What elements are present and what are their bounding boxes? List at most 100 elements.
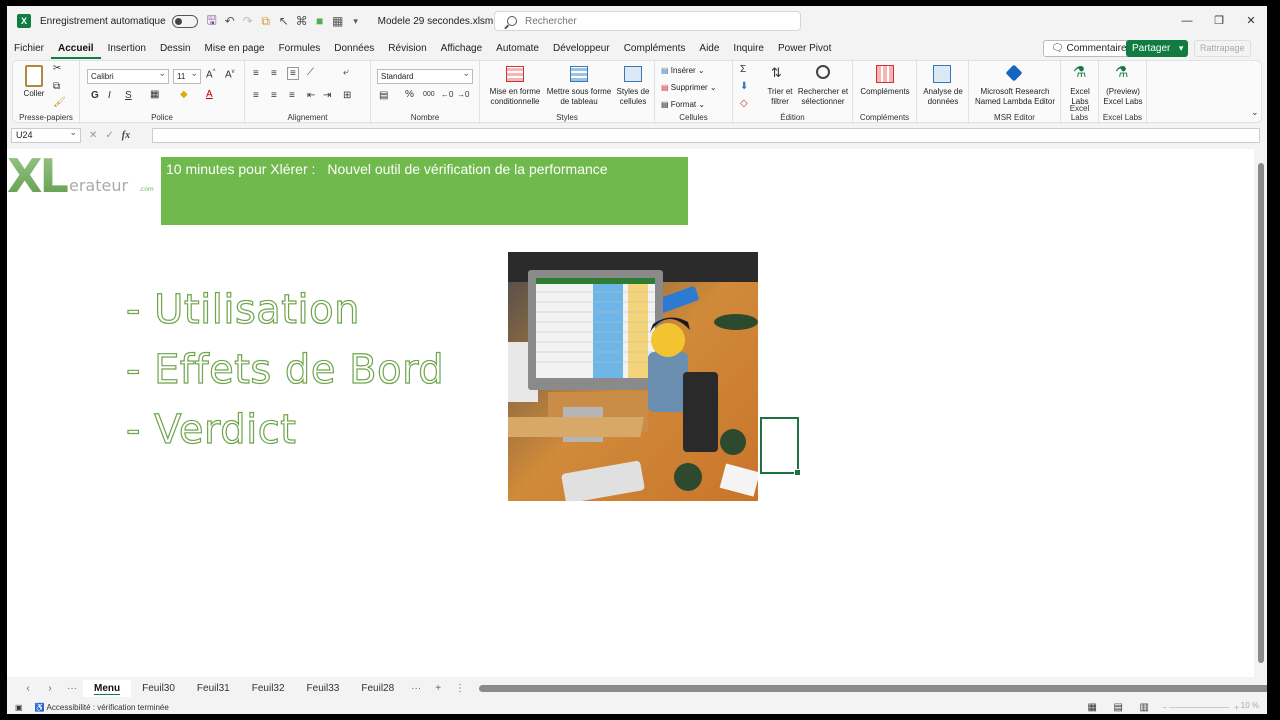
align-center-icon[interactable]: ≡ [271,90,277,101]
vertical-scrollbar[interactable] [1256,149,1266,677]
lambda-editor-label[interactable]: Microsoft Research Named Lambda Editor [971,87,1059,107]
paste-icon[interactable] [25,65,43,87]
analyze-data-icon[interactable] [933,65,951,83]
sort-filter-label[interactable]: Trier et filtrer [761,87,799,107]
align-middle-icon[interactable]: ≡ [271,68,277,79]
format-cells-button[interactable]: ▤ Format ⌄ [661,100,705,110]
conditional-format-icon[interactable] [506,66,524,82]
align-bottom-icon[interactable]: ≡ [287,67,299,80]
borders-icon[interactable]: ▦ [150,89,159,100]
flask-icon[interactable]: ⚗ [1073,63,1086,81]
zoom-out-icon[interactable]: − [1162,703,1167,712]
number-format-select[interactable]: Standard [377,67,473,84]
worksheet-grid[interactable]: XL erateur .com 10 minutes pour Xlérer :… [7,149,1254,677]
undo-icon[interactable]: ↶ [224,14,236,28]
bold-button[interactable]: G [91,90,99,101]
ribbon-tab-aide[interactable]: Aide [692,39,726,59]
ribbon-tab-formules[interactable]: Formules [272,39,328,59]
fill-icon[interactable]: ⬇ [740,81,748,92]
cancel-icon[interactable]: ✕ [89,130,97,141]
close-icon[interactable]: ✕ [1235,6,1267,36]
underline-button[interactable]: S [125,90,132,101]
ribbon-tab-insertion[interactable]: Insertion [101,39,153,59]
horizontal-scroll-thumb[interactable] [479,685,1267,692]
flask-preview-icon[interactable]: ⚗ [1115,63,1128,81]
next-sheet-icon[interactable]: › [39,683,61,694]
increase-decimal-icon[interactable]: ←0 [441,90,453,99]
enter-icon[interactable]: ✓ [105,130,113,141]
sheet-tab-feuil28[interactable]: Feuil28 [350,680,405,697]
addins-label[interactable]: Compléments [855,87,915,97]
cut-icon[interactable]: ✂ [53,63,61,74]
format-painter-icon[interactable]: 🖌 [53,97,66,108]
clear-icon[interactable]: ◇ [740,98,748,109]
select-pointer-icon[interactable]: ↖ [278,14,290,28]
zoom-level[interactable]: 10 % [1241,701,1259,710]
align-top-icon[interactable]: ≡ [253,68,259,79]
sheets-overflow-icon[interactable]: ··· [405,683,427,694]
sheet-tab-feuil31[interactable]: Feuil31 [186,680,241,697]
autosum-icon[interactable]: Σ [740,64,746,75]
addins-icon[interactable] [876,65,894,83]
green-square-icon[interactable]: ■ [314,14,326,28]
wrap-text-icon[interactable]: ⤶ [343,67,349,78]
delete-cells-button[interactable]: ▤ Supprimer ⌄ [661,83,717,93]
zoom-slider[interactable] [1169,707,1229,708]
screenshot-icon[interactable]: ⧉ [260,14,272,29]
more-sheets-icon[interactable]: ··· [61,683,83,694]
conditional-format-label[interactable]: Mise en forme conditionnelle [482,87,548,107]
lambda-editor-icon[interactable] [1005,64,1023,82]
catch-up-button[interactable]: Rattrapage [1194,40,1251,57]
ribbon-tab-donn-es[interactable]: Données [327,39,381,59]
ribbon-tab-d-veloppeur[interactable]: Développeur [546,39,617,59]
increase-indent-icon[interactable]: ⇥ [323,90,331,101]
ribbon-collapse-icon[interactable]: ⌄ [1251,107,1259,118]
excel-labs-preview-label[interactable]: (Preview) Excel Labs [1100,87,1146,107]
thousands-icon[interactable]: 000 [423,91,435,98]
format-as-table-label[interactable]: Mettre sous forme de tableau [546,87,612,107]
ribbon-tab-automate[interactable]: Automate [489,39,546,59]
find-select-icon[interactable] [816,65,830,79]
search-box[interactable] [494,11,801,31]
name-box[interactable]: U24 [11,126,81,143]
zoom-in-icon[interactable]: + [1234,703,1239,712]
fill-color-icon[interactable]: ◆ [180,89,188,100]
accessibility-icon[interactable]: ♿ [35,703,45,712]
page-layout-view-icon[interactable]: ▤ [1114,702,1123,713]
ribbon-tab-r-vision[interactable]: Révision [381,39,433,59]
paste-label[interactable]: Coller [18,89,50,99]
italic-button[interactable]: I [108,90,111,101]
normal-view-icon[interactable]: ▦ [1088,702,1097,713]
save-icon[interactable]: 🖫 [206,11,218,32]
vertical-scroll-thumb[interactable] [1258,163,1264,663]
insert-cells-button[interactable]: ▤ Insérer ⌄ [661,66,705,76]
sheet-tab-menu[interactable]: Menu [83,680,132,697]
sheet-tab-feuil33[interactable]: Feuil33 [296,680,351,697]
formula-input[interactable] [152,128,1260,143]
table-icon[interactable]: ▦ [332,14,344,28]
shrink-font-icon[interactable]: Av [225,69,235,80]
restore-icon[interactable]: ❐ [1203,6,1235,36]
ribbon-tab-power-pivot[interactable]: Power Pivot [771,39,838,59]
ribbon-tab-mise-en-page[interactable]: Mise en page [198,39,272,59]
accessibility-status[interactable]: Accessibilité : vérification terminée [47,703,169,712]
decrease-decimal-icon[interactable]: →0 [457,90,469,99]
find-select-label[interactable]: Rechercher et sélectionner [796,87,850,107]
sheet-tab-feuil32[interactable]: Feuil32 [241,680,296,697]
align-left-icon[interactable]: ≡ [253,90,259,101]
share-button[interactable]: Partager [1126,40,1189,57]
ribbon-tab-fichier[interactable]: Fichier [7,39,51,59]
active-cell-u24[interactable] [760,417,801,476]
ribbon-tab-inquire[interactable]: Inquire [726,39,771,59]
ribbon-tab-affichage[interactable]: Affichage [434,39,490,59]
page-break-view-icon[interactable]: ▥ [1140,702,1149,713]
orientation-icon[interactable]: ⟋ [307,67,314,78]
font-name-select[interactable]: Calibri [87,67,169,84]
minimize-icon[interactable]: — [1171,6,1203,36]
cell-styles-label[interactable]: Styles de cellules [614,87,652,107]
macro-record-icon[interactable]: ▣ [15,703,23,712]
percent-button[interactable]: % [405,89,414,100]
horizontal-scrollbar[interactable] [471,680,1267,697]
cell-styles-icon[interactable] [624,66,642,82]
customize-qat-icon[interactable]: ▾ [350,16,362,27]
